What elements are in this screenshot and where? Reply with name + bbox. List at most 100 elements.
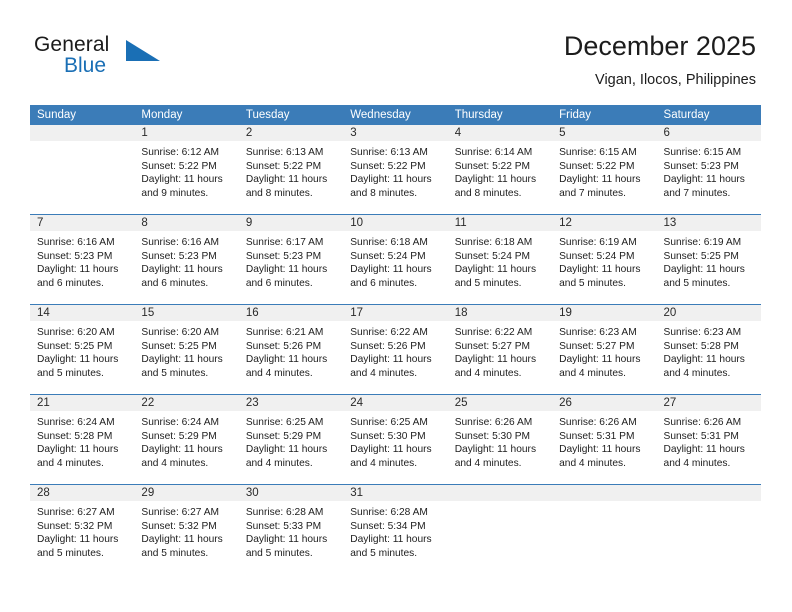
day-number[interactable]: 16: [239, 305, 343, 321]
day-cell[interactable]: Sunrise: 6:22 AM Sunset: 5:27 PM Daylight:…: [448, 321, 552, 394]
day-number[interactable]: 8: [134, 215, 238, 231]
day-cell[interactable]: Sunrise: 6:19 AM Sunset: 5:25 PM Daylight:…: [657, 231, 761, 304]
day-number-empty: [657, 485, 761, 501]
day-info-line: Sunrise: 6:19 AM: [663, 237, 742, 248]
day-info-line: Sunset: 5:32 PM: [37, 520, 113, 532]
day-number[interactable]: 10: [343, 215, 447, 231]
day-number[interactable]: 26: [552, 395, 656, 411]
day-cell[interactable]: Sunrise: 6:12 AM Sunset: 5:22 PM Daylight:…: [134, 141, 238, 214]
day-info-line: Sunrise: 6:25 AM: [245, 417, 324, 428]
day-cell[interactable]: Sunrise: 6:28 AM Sunset: 5:34 PM Daylight:…: [343, 501, 447, 574]
day-info-line: Sunrise: 6:13 AM: [245, 147, 324, 158]
day-cell[interactable]: Sunrise: 6:25 AM Sunset: 5:30 PM Daylight:…: [343, 411, 447, 484]
day-cell[interactable]: Sunrise: 6:25 AM Sunset: 5:29 PM Daylight:…: [239, 411, 343, 484]
day-cell-empty: [552, 501, 656, 574]
calendar-week-row: 28 29 30 31 Sunrise: 6:27 AM Sunset: 5:32 PM D…: [30, 484, 761, 574]
day-info-line: Sunrise: 6:26 AM: [559, 417, 637, 428]
day-cell[interactable]: Sunrise: 6:24 AM Sunset: 5:28 PM Daylight:…: [30, 411, 134, 484]
day-number[interactable]: 20: [657, 305, 761, 321]
day-info-line: Sunset: 5:22 PM: [141, 160, 217, 172]
day-number[interactable]: 6: [657, 125, 761, 141]
day-number[interactable]: 9: [239, 215, 343, 231]
day-info-line: Sunrise: 6:16 AM: [37, 237, 115, 248]
day-cell[interactable]: Sunrise: 6:16 AM Sunset: 5:23 PM Daylight:…: [30, 231, 134, 304]
day-cell[interactable]: Sunrise: 6:22 AM Sunset: 5:26 PM Daylight:…: [343, 321, 447, 394]
day-cell[interactable]: Sunrise: 6:17 AM Sunset: 5:23 PM Daylight:…: [239, 231, 343, 304]
week-detail-band: Sunrise: 6:24 AM Sunset: 5:28 PM Daylight:…: [30, 411, 761, 484]
day-number[interactable]: 7: [30, 215, 134, 231]
calendar-grid: Sunday Monday Tuesday Wednesday Thursday Frid…: [30, 105, 761, 574]
day-number[interactable]: 29: [134, 485, 238, 501]
brand-name-blue: Blue: [64, 54, 107, 77]
page-header: General Blue December 2025 Vigan, Ilocos…: [0, 0, 792, 104]
day-cell[interactable]: Sunrise: 6:13 AM Sunset: 5:22 PM Daylight:…: [343, 141, 447, 214]
day-number[interactable]: 19: [552, 305, 656, 321]
day-cell[interactable]: Sunrise: 6:20 AM Sunset: 5:25 PM Daylight:…: [134, 321, 238, 394]
day-cell[interactable]: Sunrise: 6:27 AM Sunset: 5:32 PM Daylight:…: [134, 501, 238, 574]
weekday-header-saturday: Saturday: [663, 109, 710, 121]
day-cell[interactable]: Sunrise: 6:18 AM Sunset: 5:24 PM Daylight:…: [448, 231, 552, 304]
day-number[interactable]: 24: [343, 395, 447, 411]
day-cell[interactable]: Sunrise: 6:26 AM Sunset: 5:31 PM Daylight:…: [552, 411, 656, 484]
week-detail-band: Sunrise: 6:16 AM Sunset: 5:23 PM Daylight:…: [30, 231, 761, 304]
day-number[interactable]: 21: [30, 395, 134, 411]
day-number[interactable]: 23: [239, 395, 343, 411]
day-info-line: Daylight: 11 hours: [454, 174, 537, 186]
day-number[interactable]: 12: [552, 215, 656, 231]
day-cell-empty: [448, 501, 552, 574]
day-info-line: Sunrise: 6:23 AM: [663, 327, 742, 338]
day-info-line: and 4 minutes.: [245, 367, 313, 379]
day-number[interactable]: 31: [343, 485, 447, 501]
day-info-line: and 4 minutes.: [454, 367, 522, 379]
brand-logo[interactable]: General Blue: [34, 33, 244, 85]
day-info-line: Sunrise: 6:21 AM: [245, 327, 324, 338]
day-cell[interactable]: Sunrise: 6:24 AM Sunset: 5:29 PM Daylight:…: [134, 411, 238, 484]
day-cell[interactable]: Sunrise: 6:16 AM Sunset: 5:23 PM Daylight:…: [134, 231, 238, 304]
day-cell[interactable]: Sunrise: 6:26 AM Sunset: 5:30 PM Daylight:…: [448, 411, 552, 484]
day-info-line: Daylight: 11 hours: [37, 534, 119, 546]
day-info-line: and 5 minutes.: [141, 547, 209, 559]
day-info-line: Daylight: 11 hours: [245, 534, 328, 546]
day-number[interactable]: 5: [552, 125, 656, 141]
day-number[interactable]: 17: [343, 305, 447, 321]
day-info-line: Sunset: 5:27 PM: [454, 340, 531, 352]
day-number[interactable]: 14: [30, 305, 134, 321]
day-cell[interactable]: Sunrise: 6:15 AM Sunset: 5:22 PM Daylight:…: [552, 141, 656, 214]
day-cell[interactable]: Sunrise: 6:14 AM Sunset: 5:22 PM Daylight:…: [448, 141, 552, 214]
day-number[interactable]: 30: [239, 485, 343, 501]
day-number[interactable]: 25: [448, 395, 552, 411]
day-number[interactable]: 2: [239, 125, 343, 141]
day-cell[interactable]: Sunrise: 6:19 AM Sunset: 5:24 PM Daylight:…: [552, 231, 656, 304]
day-number[interactable]: 27: [657, 395, 761, 411]
day-info-line: Daylight: 11 hours: [141, 354, 223, 366]
day-cell[interactable]: Sunrise: 6:28 AM Sunset: 5:33 PM Daylight:…: [239, 501, 343, 574]
day-info-line: Sunset: 5:30 PM: [350, 430, 426, 442]
day-cell[interactable]: Sunrise: 6:27 AM Sunset: 5:32 PM Daylight:…: [30, 501, 134, 574]
day-number[interactable]: 3: [343, 125, 447, 141]
day-cell[interactable]: Sunrise: 6:13 AM Sunset: 5:22 PM Daylight:…: [239, 141, 343, 214]
day-info-line: Sunrise: 6:20 AM: [37, 327, 115, 338]
day-number[interactable]: 11: [448, 215, 552, 231]
day-cell[interactable]: Sunrise: 6:26 AM Sunset: 5:31 PM Daylight:…: [657, 411, 761, 484]
day-cell[interactable]: Sunrise: 6:18 AM Sunset: 5:24 PM Daylight:…: [343, 231, 447, 304]
day-cell[interactable]: Sunrise: 6:23 AM Sunset: 5:27 PM Daylight:…: [552, 321, 656, 394]
day-info-line: and 5 minutes.: [141, 367, 209, 379]
day-number[interactable]: 4: [448, 125, 552, 141]
day-info-line: Sunrise: 6:13 AM: [350, 147, 428, 158]
day-info-line: Daylight: 11 hours: [559, 264, 641, 276]
week-date-band: 14 15 16 17 18 19 20: [30, 305, 761, 321]
day-cell[interactable]: Sunrise: 6:21 AM Sunset: 5:26 PM Daylight:…: [239, 321, 343, 394]
day-cell[interactable]: Sunrise: 6:20 AM Sunset: 5:25 PM Daylight:…: [30, 321, 134, 394]
day-number[interactable]: 28: [30, 485, 134, 501]
day-number[interactable]: 15: [134, 305, 238, 321]
day-info-line: and 9 minutes.: [141, 187, 209, 199]
day-number[interactable]: 18: [448, 305, 552, 321]
day-cell[interactable]: Sunrise: 6:23 AM Sunset: 5:28 PM Daylight:…: [657, 321, 761, 394]
day-cell-empty: [657, 501, 761, 574]
day-info-line: and 5 minutes.: [559, 277, 626, 289]
day-number[interactable]: 13: [657, 215, 761, 231]
day-number[interactable]: 1: [134, 125, 238, 141]
day-info-line: Sunrise: 6:16 AM: [141, 237, 220, 248]
day-number[interactable]: 22: [134, 395, 238, 411]
day-cell[interactable]: Sunrise: 6:15 AM Sunset: 5:23 PM Daylight:…: [657, 141, 761, 214]
